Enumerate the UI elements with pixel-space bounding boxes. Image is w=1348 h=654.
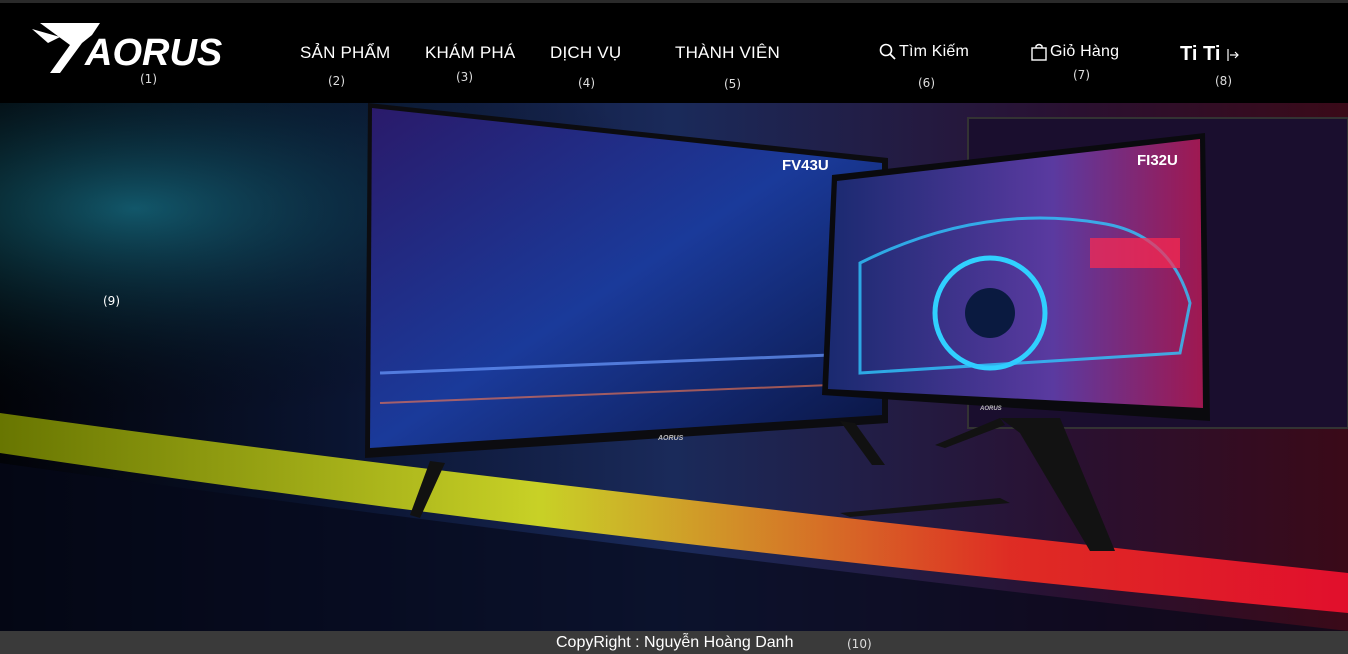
monitor-brand-left: AORUS (657, 435, 684, 442)
copyright-text: CopyRight : Nguyễn Hoàng Danh (556, 634, 794, 651)
aorus-logo[interactable]: AORUS (30, 15, 280, 77)
nav-services[interactable]: DỊCH VỤ (550, 43, 621, 63)
marker-8: (8) (1215, 74, 1232, 88)
nav-products[interactable]: SẢN PHẨM (300, 43, 390, 63)
marker-10: (10) (847, 637, 872, 651)
search-icon (879, 43, 896, 60)
nav-explore[interactable]: KHÁM PHÁ (425, 43, 515, 63)
user-account[interactable]: Ti Ti (1180, 43, 1242, 66)
monitor-model-left: FV43U (782, 157, 829, 174)
search-link[interactable]: Tìm Kiếm (879, 43, 969, 61)
cart-label: Giỏ Hàng (1050, 43, 1120, 61)
cart-link[interactable]: Giỏ Hàng (1030, 43, 1119, 61)
marker-2: (2) (328, 74, 345, 88)
site-header: AORUS (1) SẢN PHẨM (2) KHÁM PHÁ (3) DỊCH… (0, 3, 1348, 103)
brand-text: AORUS (84, 32, 222, 74)
monitor-brand-right: AORUS (979, 406, 1002, 412)
marker-3: (3) (456, 70, 473, 84)
hero-image: FV43U AORUS FI32U AORUS (9) (0, 103, 1348, 631)
user-name: Ti Ti (1180, 43, 1221, 65)
marker-4: (4) (578, 76, 595, 90)
search-label: Tìm Kiếm (899, 43, 970, 61)
marker-5: (5) (724, 77, 741, 91)
shopping-bag-icon (1031, 43, 1047, 61)
nav-members[interactable]: THÀNH VIÊN (675, 43, 780, 63)
monitor-model-right: FI32U (1137, 152, 1178, 169)
marker-7: (7) (1073, 68, 1090, 82)
marker-6: (6) (918, 76, 935, 90)
marker-9: (9) (103, 294, 120, 308)
hero-banner: FV43U AORUS FI32U AORUS (9) (0, 103, 1348, 631)
logout-icon[interactable] (1226, 48, 1240, 62)
site-footer: CopyRight : Nguyễn Hoàng Danh (10) (0, 631, 1348, 654)
marker-1: (1) (140, 72, 157, 86)
